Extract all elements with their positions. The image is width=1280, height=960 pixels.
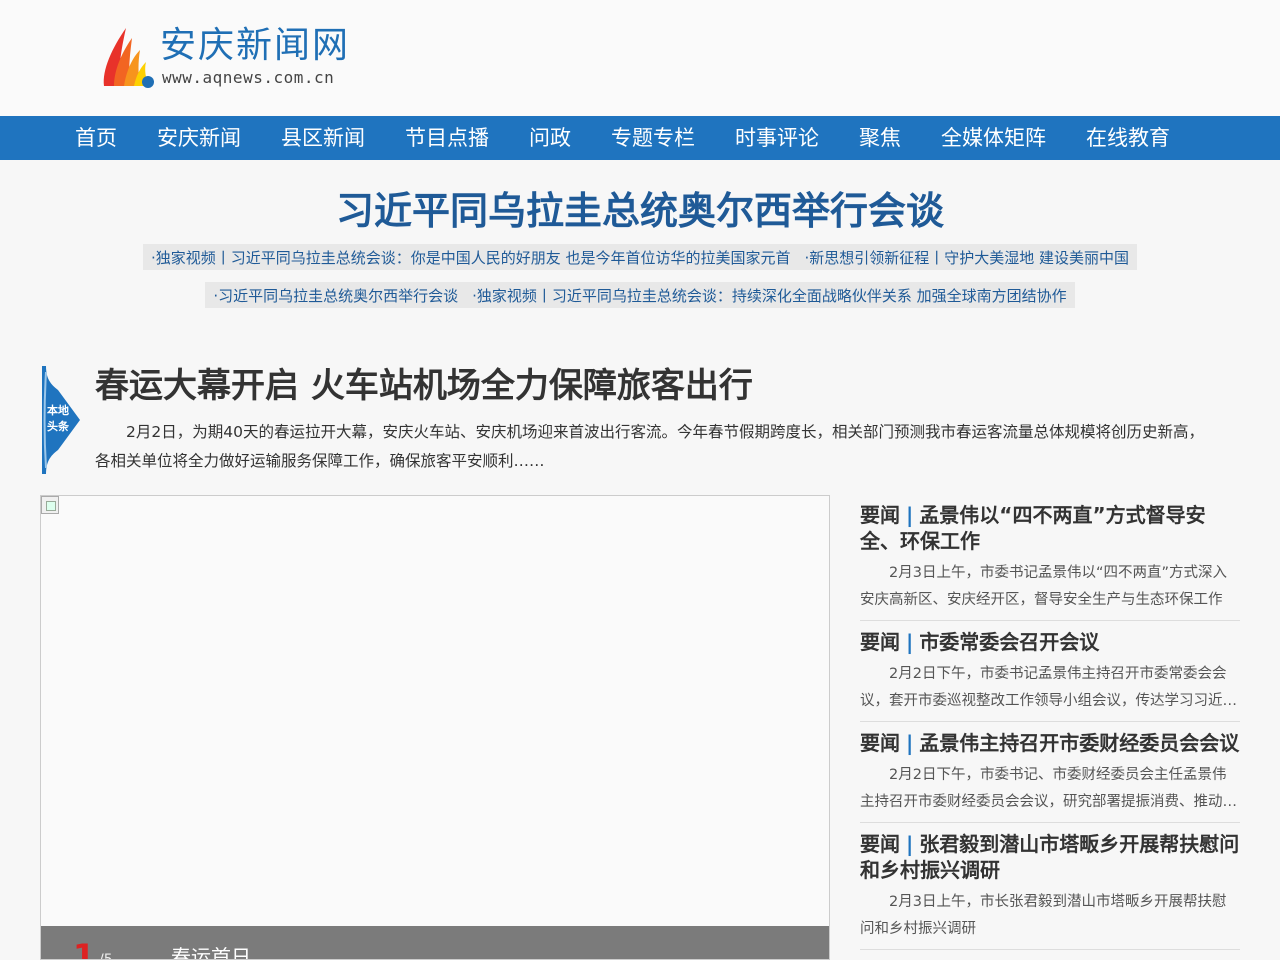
news-title[interactable]: 要闻 | 张君毅到潜山市塔畈乡开展帮扶慰问和乡村振兴调研: [860, 831, 1240, 883]
nav-item-wenzheng[interactable]: 问政: [509, 116, 591, 160]
slide-total-count: /5: [99, 952, 113, 960]
slide-current-number: 1: [73, 937, 96, 960]
list-item: 要闻 | 孟景伟以“四不两直”方式督导安全、环保工作 2月3日上午，市委书记孟景伟以…: [860, 502, 1240, 621]
nav-item-commentary[interactable]: 时事评论: [715, 116, 839, 160]
news-category: 要闻: [860, 731, 900, 755]
related-links-box: ·习近平同乌拉圭总统奥尔西举行会谈 ·独家视频丨习近平同乌拉圭总统会谈：持续深化…: [205, 282, 1075, 308]
logo-url: www.aqnews.com.cn: [162, 68, 335, 87]
slider-caption-bar: 1 /5 春运首日: [41, 926, 829, 960]
news-category: 要闻: [860, 630, 900, 654]
broken-image-icon: [41, 496, 59, 514]
nav-item-special-topics[interactable]: 专题专栏: [591, 116, 715, 160]
news-summary: 2月3日上午，市长张君毅到潜山市塔畈乡开展帮扶慰问和乡村振兴调研: [860, 894, 1227, 937]
nav-item-focus[interactable]: 聚焦: [839, 116, 921, 160]
related-link[interactable]: ·独家视频丨习近平同乌拉圭总统会谈：持续深化全面战略伙伴关系 加强全球南方团结协…: [472, 285, 1067, 306]
related-link[interactable]: ·习近平同乌拉圭总统奥尔西举行会谈: [213, 285, 458, 306]
nav-item-online-education[interactable]: 在线教育: [1066, 116, 1190, 160]
local-headline-summary: 2月2日，为期40天的春运拉开大幕，安庆火车站、安庆机场迎来首波出行客流。今年春…: [95, 423, 1204, 470]
site-header: 安庆新闻网 www.aqnews.com.cn: [0, 0, 1280, 116]
news-summary: 2月2日下午，市委书记孟景伟主持召开市委常委会会议，套开市委巡视整改工作领导小组…: [860, 666, 1237, 709]
nav-item-all-media[interactable]: 全媒体矩阵: [921, 116, 1066, 160]
news-title-text[interactable]: 孟景伟主持召开市委财经委员会会议: [919, 731, 1239, 755]
list-item: 要闻 | 张君毅到潜山市塔畈乡开展帮扶慰问和乡村振兴调研 2月3日上午，市长张君毅到…: [860, 831, 1240, 950]
site-logo[interactable]: 安庆新闻网 www.aqnews.com.cn: [100, 24, 350, 92]
nav-item-anqing-news[interactable]: 安庆新闻: [137, 116, 261, 160]
slide-caption-text[interactable]: 春运首日: [171, 944, 251, 959]
related-link[interactable]: ·独家视频丨习近平同乌拉圭总统会谈：你是中国人民的好朋友 也是今年首位访华的拉美…: [151, 247, 791, 268]
list-item: 要闻 | 孟景伟主持召开市委财经委员会会议 2月2日下午，市委书记、市委财经委员会主…: [860, 730, 1240, 823]
logo-title: 安庆新闻网: [160, 25, 351, 66]
news-list: 要闻 | 孟景伟以“四不两直”方式督导安全、环保工作 2月3日上午，市委书记孟景伟以…: [860, 502, 1240, 958]
news-summary: 2月3日上午，市委书记孟景伟以“四不两直”方式深入安庆高新区、安庆经开区，督导安…: [860, 565, 1227, 608]
main-nav: 首页 安庆新闻 县区新闻 节目点播 问政 专题专栏 时事评论 聚焦 全媒体矩阵 …: [0, 116, 1280, 160]
related-links-box: ·独家视频丨习近平同乌拉圭总统会谈：你是中国人民的好朋友 也是今年首位访华的拉美…: [142, 244, 1138, 270]
headline-related-row-2: ·习近平同乌拉圭总统奥尔西举行会谈 ·独家视频丨习近平同乌拉圭总统会谈：持续深化…: [0, 282, 1280, 308]
nav-item-county-news[interactable]: 县区新闻: [261, 116, 385, 160]
nav-item-programs[interactable]: 节目点播: [385, 116, 509, 160]
news-title[interactable]: 要闻 | 市委常委会召开会议: [860, 629, 1240, 655]
photo-slider[interactable]: 1 /5 春运首日: [40, 495, 830, 960]
headline-related-row-1: ·独家视频丨习近平同乌拉圭总统会谈：你是中国人民的好朋友 也是今年首位访华的拉美…: [0, 244, 1280, 270]
local-headline-title[interactable]: 春运大幕开启 火车站机场全力保障旅客出行: [95, 362, 753, 410]
news-category: 要闻: [860, 832, 900, 856]
news-title[interactable]: 要闻 | 孟景伟以“四不两直”方式督导安全、环保工作: [860, 502, 1240, 554]
nav-item-home[interactable]: 首页: [55, 116, 137, 160]
news-title[interactable]: 要闻 | 孟景伟主持召开市委财经委员会会议: [860, 730, 1240, 756]
news-category: 要闻: [860, 503, 900, 527]
local-headline-badge-icon: 本地 头条: [42, 366, 80, 474]
news-title-text[interactable]: 市委常委会召开会议: [919, 630, 1099, 654]
list-item: 要闻 | 市委常委会召开会议 2月2日下午，市委书记孟景伟主持召开市委常委会会议，套…: [860, 629, 1240, 722]
related-link[interactable]: ·新思想引领新征程丨守护大美湿地 建设美丽中国: [805, 247, 1130, 268]
news-summary: 2月2日下午，市委书记、市委财经委员会主任孟景伟主持召开市委财经委员会会议，研究…: [860, 767, 1237, 810]
svg-text:本地: 本地: [47, 403, 69, 417]
top-headline[interactable]: 习近平同乌拉圭总统奥尔西举行会谈: [0, 184, 1280, 238]
flame-logo-icon: [103, 28, 154, 88]
svg-text:头条: 头条: [47, 419, 70, 433]
